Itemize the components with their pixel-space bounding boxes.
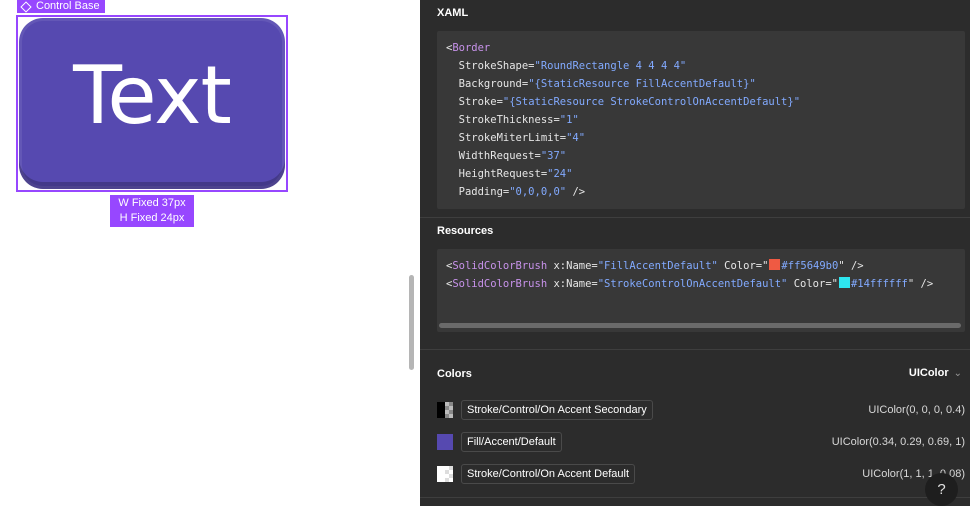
- xaml-attribute-value: "4": [566, 132, 586, 144]
- resource-tag-name: SolidColorBrush: [452, 278, 548, 290]
- xaml-attribute-line: StrokeShape="RoundRectangle 4 4 4 4": [446, 60, 687, 72]
- color-swatch-icon: [437, 402, 453, 418]
- component-label[interactable]: Control Base: [17, 0, 105, 13]
- xaml-attribute-line: StrokeMiterLimit="4": [446, 132, 585, 144]
- component-name: Control Base: [36, 0, 100, 12]
- xaml-attribute-value: "37": [540, 150, 567, 162]
- canvas-scrollbar[interactable]: [409, 275, 414, 370]
- color-row[interactable]: Stroke/Control/On Accent Default UIColor…: [437, 463, 965, 485]
- width-readout: W Fixed 37px: [118, 197, 186, 209]
- xaml-attribute-name: Background=: [446, 78, 529, 90]
- xaml-attribute-value: "{StaticResource FillAccentDefault}": [528, 78, 756, 90]
- xaml-attribute-value: "1": [559, 114, 579, 126]
- resources-hscrollbar[interactable]: [439, 323, 961, 328]
- resources-code-block[interactable]: <SolidColorBrush x:Name="FillAccentDefau…: [437, 249, 965, 332]
- xaml-attribute-line: Padding="0,0,0,0" />: [446, 186, 585, 198]
- resources-section-title: Resources: [437, 225, 494, 237]
- color-name[interactable]: Fill/Accent/Default: [461, 432, 562, 452]
- height-readout: H Fixed 24px: [119, 212, 185, 224]
- resource-color-value: #14ffffff: [850, 278, 908, 290]
- xaml-attribute-line: Background="{StaticResource FillAccentDe…: [446, 78, 756, 90]
- resource-name: "FillAccentDefault": [597, 260, 718, 272]
- resource-tag-name: SolidColorBrush: [452, 260, 548, 272]
- xaml-section-title: XAML: [437, 7, 469, 19]
- xaml-attribute-value: "{StaticResource StrokeControlOnAccentDe…: [502, 96, 801, 108]
- xaml-attribute-line: WidthRequest="37": [446, 150, 566, 162]
- section-divider: [420, 349, 970, 350]
- color-swatch-icon: [769, 259, 781, 270]
- help-button[interactable]: ?: [925, 473, 958, 506]
- color-value: UIColor(0.34, 0.29, 0.69, 1): [831, 436, 965, 448]
- xaml-attribute-value: "24": [547, 168, 573, 180]
- xaml-attribute-name: Padding=: [446, 186, 510, 198]
- xaml-attribute-value: "0,0,0,0": [509, 186, 567, 198]
- xaml-attribute-name: HeightRequest=: [446, 168, 548, 180]
- chevron-down-icon: ⌄: [953, 367, 962, 379]
- xaml-attribute-value: "RoundRectangle 4 4 4 4": [534, 60, 687, 72]
- resource-line: <SolidColorBrush x:Name="StrokeControlOn…: [446, 277, 934, 290]
- section-divider: [420, 497, 970, 498]
- xaml-attribute-name: StrokeShape=: [446, 60, 535, 72]
- xaml-attribute-line: Stroke="{StaticResource StrokeControlOnA…: [446, 96, 800, 108]
- section-divider: [420, 217, 970, 218]
- color-format-value: UIColor: [908, 367, 949, 379]
- color-swatch-icon: [437, 466, 453, 482]
- inspector-panel: XAML <Border StrokeShape="RoundRectangle…: [420, 0, 970, 506]
- color-format-dropdown[interactable]: UIColor ⌄: [909, 367, 962, 379]
- color-name[interactable]: Stroke/Control/On Accent Default: [461, 464, 636, 484]
- color-row[interactable]: Stroke/Control/On Accent Secondary UICol…: [437, 399, 965, 421]
- color-row[interactable]: Fill/Accent/Default UIColor(0.34, 0.29, …: [437, 431, 965, 453]
- button-preview-text: Text: [73, 48, 232, 142]
- color-swatch-icon: [437, 434, 453, 450]
- xaml-attribute-line: HeightRequest="24": [446, 168, 573, 180]
- resource-line: <SolidColorBrush x:Name="FillAccentDefau…: [446, 259, 864, 272]
- xaml-code-block[interactable]: <Border StrokeShape="RoundRectangle 4 4 …: [437, 31, 965, 209]
- xaml-attribute-name: Stroke=: [446, 96, 503, 108]
- component-icon: [20, 0, 32, 13]
- xaml-attribute-name: StrokeThickness=: [446, 114, 560, 126]
- color-value: UIColor(0, 0, 0, 0.4): [868, 404, 965, 416]
- color-swatch-icon: [838, 277, 850, 288]
- xaml-attribute-line: StrokeThickness="1": [446, 114, 579, 126]
- colors-section-title: Colors: [437, 368, 472, 380]
- xaml-tag-name: Border: [452, 42, 491, 54]
- button-preview[interactable]: Text: [19, 18, 285, 189]
- xaml-attribute-name: StrokeMiterLimit=: [446, 132, 567, 144]
- xaml-tag-close: />: [566, 186, 586, 198]
- xaml-attribute-name: WidthRequest=: [446, 150, 541, 162]
- design-canvas[interactable]: Control Base Text W Fixed 37px H Fixed 2…: [0, 0, 420, 506]
- resource-name: "StrokeControlOnAccentDefault": [597, 278, 788, 290]
- size-badge: W Fixed 37px H Fixed 24px: [110, 195, 194, 227]
- resource-color-value: #ff5649b0: [781, 260, 839, 272]
- color-name[interactable]: Stroke/Control/On Accent Secondary: [461, 400, 653, 420]
